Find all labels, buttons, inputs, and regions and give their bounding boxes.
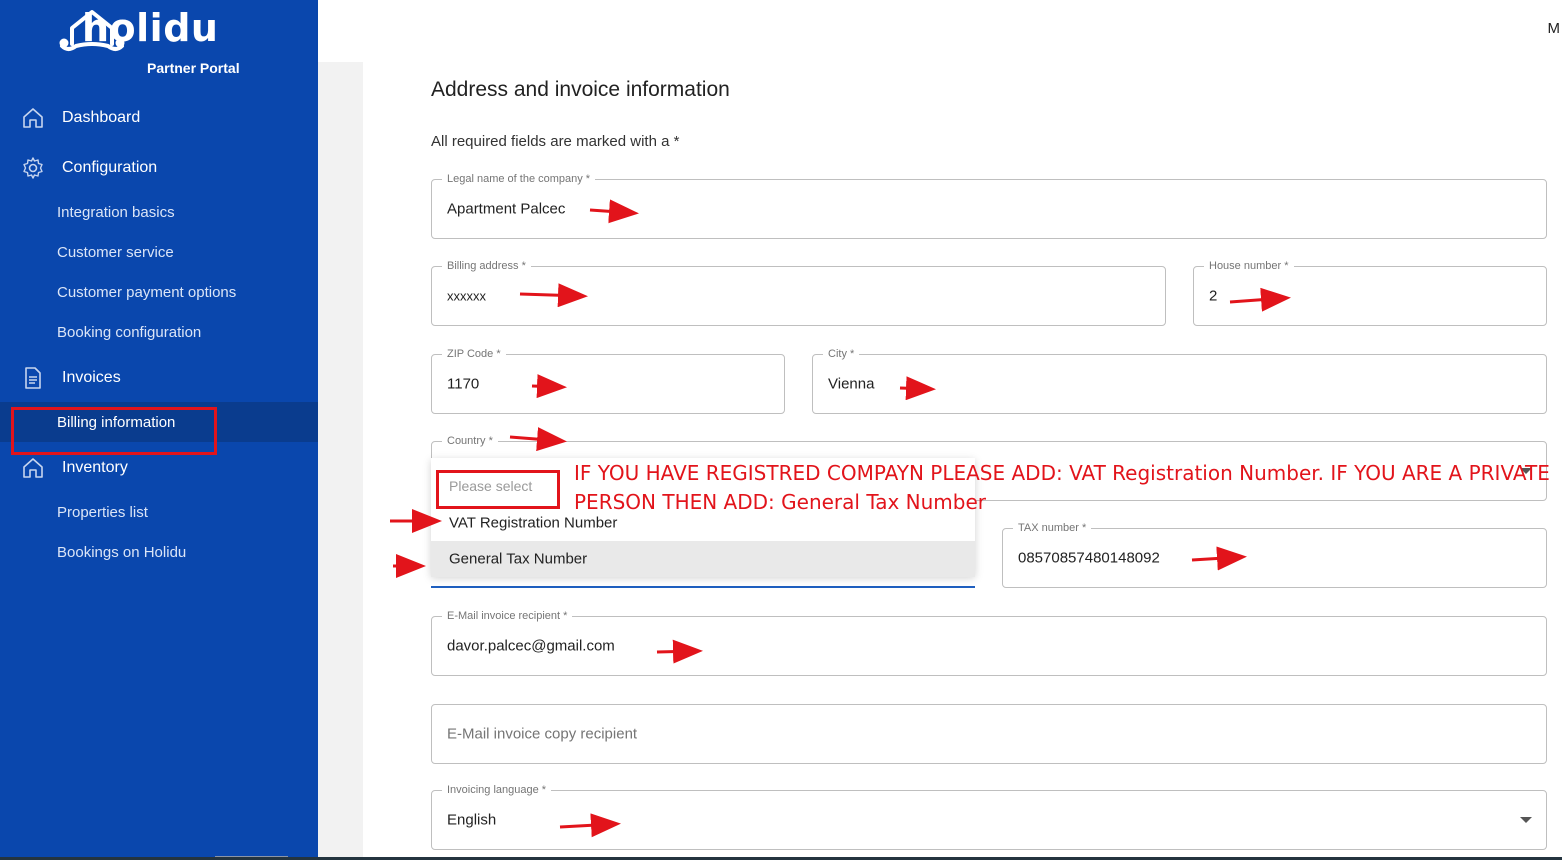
field-value: davor.palcec@gmail.com [447,637,615,655]
tax-type-select-underline [431,586,975,588]
zip-code-field[interactable]: ZIP Code * 1170 [431,347,785,414]
tax-number-field[interactable]: TAX number * 08570857480148092 [1002,521,1547,588]
sidebar-item-bookings-on-holidu[interactable]: Bookings on Holidu [0,534,318,570]
user-menu[interactable]: M [1548,20,1561,37]
page-title: Address and invoice information [431,78,730,101]
field-label: Country * [442,434,498,448]
field-value: 2 [1209,287,1218,305]
field-label: E-Mail invoice recipient * [442,609,573,623]
invoicing-language-select[interactable]: Invoicing language * English [431,783,1547,850]
field-label: House number * [1204,259,1294,273]
field-value: English [447,811,497,829]
field-label: Invoicing language * [442,783,552,797]
sidebar-item-label: Configuration [62,159,158,176]
home-icon [23,108,43,128]
home-icon [23,458,43,478]
brand-name: holidu [82,6,219,50]
sidebar-item-inventory[interactable]: Inventory [0,448,318,488]
sidebar-item-integration-basics[interactable]: Integration basics [0,194,318,230]
email-copy-recipient-field[interactable]: E-Mail invoice copy recipient [431,704,1547,764]
required-note: All required fields are marked with a * [431,133,680,150]
annotation-line-1: IF YOU HAVE REGISTRED COMPAYN PLEASE ADD… [574,461,1550,485]
tax-type-placeholder: Please select [449,478,533,494]
sidebar-item-customer-payment-options[interactable]: Customer payment options [0,274,318,310]
sidebar-item-booking-configuration[interactable]: Booking configuration [0,314,318,350]
sidebar-item-customer-service[interactable]: Customer service [0,234,318,270]
annotation-instruction-text: IF YOU HAVE REGISTRED COMPAYN PLEASE ADD… [574,459,1550,517]
sidebar-item-configuration[interactable]: Configuration [0,148,318,188]
top-bar: M [318,0,1562,62]
field-label: Billing address * [442,259,531,273]
sidebar-item-dashboard[interactable]: Dashboard [0,98,318,138]
field-label: TAX number * [1013,521,1092,535]
sidebar-item-label: Integration basics [57,203,175,221]
sidebar-item-label: Booking configuration [57,323,202,341]
sidebar-item-label: Dashboard [62,109,141,126]
sidebar-item-label: Billing information [57,413,176,431]
sidebar-item-label: Inventory [62,459,128,476]
sidebar-item-billing-information[interactable]: Billing information [0,402,318,442]
sidebar-item-label: Invoices [62,369,121,386]
billing-address-field[interactable]: Billing address * xxxxxx [431,259,1166,326]
content-gutter [318,62,363,860]
document-icon [25,367,41,389]
field-label: City * [823,347,860,361]
field-label: ZIP Code * [442,347,506,361]
city-field[interactable]: City * Vienna [812,347,1547,414]
sidebar: holidu Partner Portal Dashboard Configur… [0,0,318,860]
field-value: Apartment Palcec [447,200,566,218]
chevron-down-icon [1520,817,1532,823]
option-label: VAT Registration Number [449,514,618,532]
email-recipient-field[interactable]: E-Mail invoice recipient * davor.palcec@… [431,609,1547,676]
field-placeholder: E-Mail invoice copy recipient [447,725,638,743]
field-value: Vienna [828,375,875,393]
gear-icon [23,157,43,179]
field-value: 08570857480148092 [1018,549,1160,567]
sidebar-item-properties-list[interactable]: Properties list [0,494,318,530]
sidebar-item-label: Properties list [57,503,148,521]
sidebar-item-label: Customer service [57,243,174,261]
sidebar-item-label: Bookings on Holidu [57,543,187,561]
house-number-field[interactable]: House number * 2 [1193,259,1547,326]
field-label: Legal name of the company * [442,172,596,186]
sidebar-item-label: Customer payment options [57,283,237,301]
field-value: xxxxxx [447,288,486,304]
company-name-field[interactable]: Legal name of the company * Apartment Pa… [431,172,1547,239]
sidebar-item-invoices[interactable]: Invoices [0,358,318,398]
option-general-tax-number[interactable]: General Tax Number [431,541,975,577]
annotation-line-2: PERSON THEN ADD: General Tax Number [574,490,987,514]
field-value: 1170 [447,375,480,393]
portal-subtitle: Partner Portal [147,60,240,76]
option-label: General Tax Number [449,550,588,568]
